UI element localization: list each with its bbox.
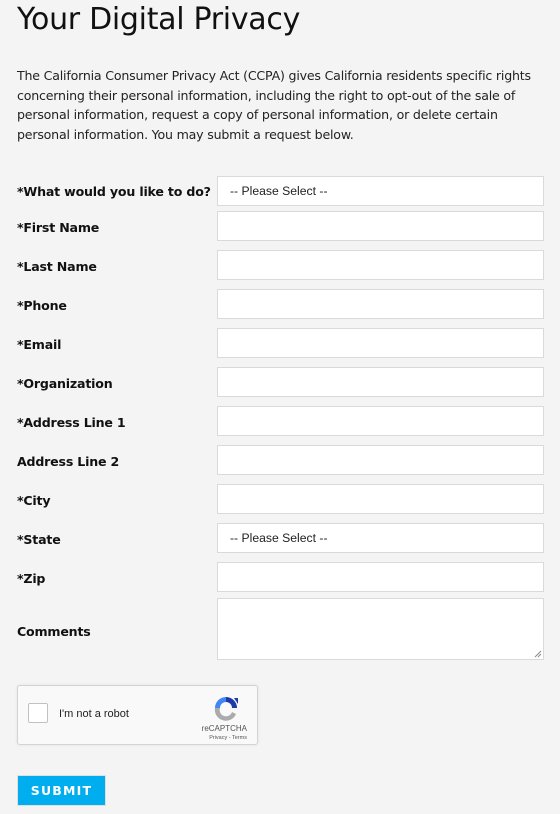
recaptcha-brand: reCAPTCHA bbox=[201, 724, 247, 733]
phone-input[interactable] bbox=[217, 289, 544, 319]
page-title: Your Digital Privacy bbox=[17, 2, 301, 37]
resize-handle-icon[interactable] bbox=[534, 650, 542, 658]
state-select-value: -- Please Select -- bbox=[230, 531, 328, 545]
recaptcha-links[interactable]: Privacy - Terms bbox=[209, 735, 247, 741]
state-label: *State bbox=[17, 532, 61, 547]
action-label: *What would you like to do? bbox=[17, 184, 211, 199]
recaptcha-logo-icon bbox=[214, 697, 238, 721]
address-line-2-label: Address Line 2 bbox=[17, 454, 120, 469]
address-line-1-input[interactable] bbox=[217, 406, 544, 436]
city-input[interactable] bbox=[217, 484, 544, 514]
action-select-value: -- Please Select -- bbox=[230, 184, 328, 198]
submit-button[interactable]: SUBMIT bbox=[17, 775, 106, 806]
not-robot-label: I'm not a robot bbox=[59, 708, 129, 720]
organization-label: *Organization bbox=[17, 376, 113, 391]
action-select[interactable]: -- Please Select -- bbox=[217, 176, 544, 206]
comments-label: Comments bbox=[17, 624, 91, 639]
intro-text: The California Consumer Privacy Act (CCP… bbox=[17, 68, 531, 142]
last-name-label: *Last Name bbox=[17, 259, 97, 274]
comments-textarea[interactable] bbox=[217, 598, 544, 660]
phone-label: *Phone bbox=[17, 298, 67, 313]
zip-label: *Zip bbox=[17, 571, 46, 586]
organization-input[interactable] bbox=[217, 367, 544, 397]
recaptcha-widget: I'm not a robot reCAPTCHA Privacy - Term… bbox=[17, 685, 258, 745]
first-name-label: *First Name bbox=[17, 220, 100, 235]
email-input[interactable] bbox=[217, 328, 544, 358]
first-name-input[interactable] bbox=[217, 211, 544, 241]
address-line-2-input[interactable] bbox=[217, 445, 544, 475]
email-label: *Email bbox=[17, 337, 62, 352]
address-line-1-label: *Address Line 1 bbox=[17, 415, 126, 430]
not-robot-checkbox[interactable] bbox=[28, 703, 48, 723]
city-label: *City bbox=[17, 493, 51, 508]
state-select[interactable]: -- Please Select -- bbox=[217, 523, 544, 553]
zip-input[interactable] bbox=[217, 562, 544, 592]
last-name-input[interactable] bbox=[217, 250, 544, 280]
